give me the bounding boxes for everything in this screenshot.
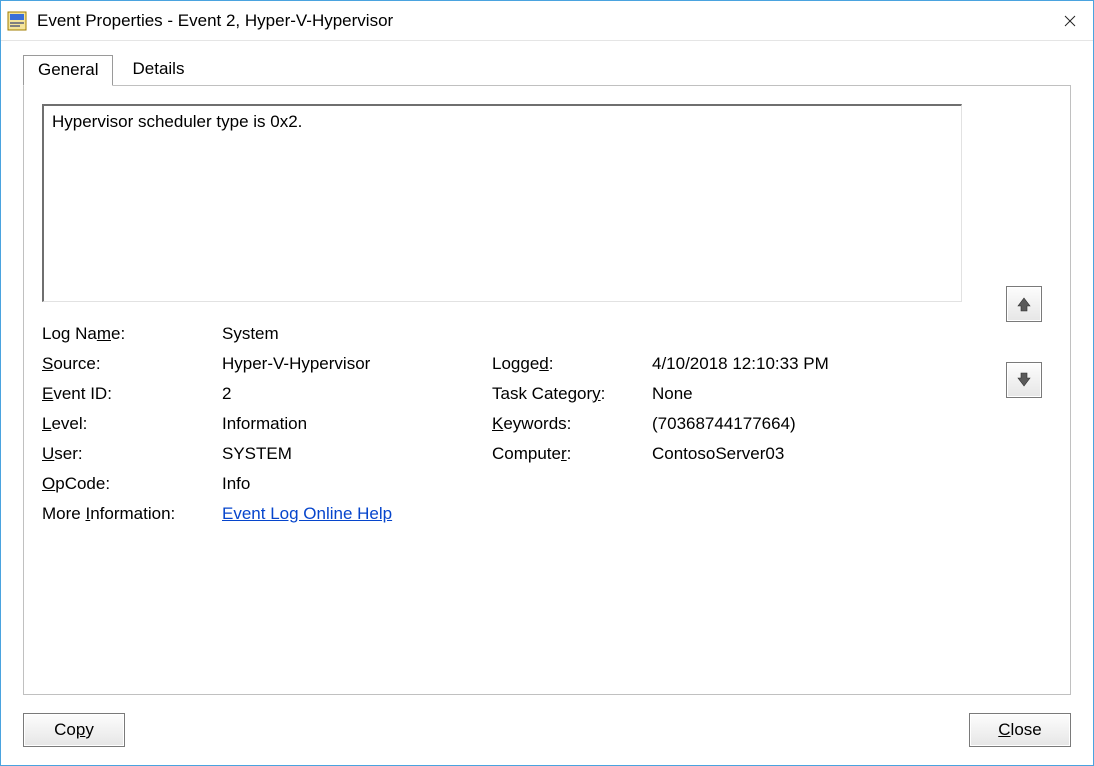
panel-left: Hypervisor scheduler type is 0x2. Log Na… <box>42 104 996 680</box>
panel-nav <box>996 104 1052 680</box>
label-opcode: OpCode: <box>42 474 222 494</box>
event-properties-window: Event Properties - Event 2, Hyper-V-Hype… <box>0 0 1094 766</box>
copy-button[interactable]: Copy <box>23 713 125 747</box>
label-logged: Logged: <box>492 354 652 374</box>
label-event-id: Event ID: <box>42 384 222 404</box>
content-area: General Details Hypervisor scheduler typ… <box>1 41 1093 765</box>
event-viewer-icon <box>7 11 27 31</box>
label-more-info: More Information: <box>42 504 222 524</box>
previous-event-button[interactable] <box>1006 286 1042 322</box>
label-source: Source: <box>42 354 222 374</box>
value-keywords: (70368744177664) <box>652 414 912 434</box>
button-row: Copy Close <box>23 713 1071 747</box>
value-logged: 4/10/2018 12:10:33 PM <box>652 354 912 374</box>
value-user: SYSTEM <box>222 444 492 464</box>
arrow-up-icon <box>1016 296 1032 312</box>
window-close-button[interactable] <box>1047 1 1093 41</box>
value-opcode: Info <box>222 474 492 494</box>
tab-strip: General Details <box>23 53 1071 85</box>
value-log-name: System <box>222 324 492 344</box>
next-event-button[interactable] <box>1006 362 1042 398</box>
tab-general[interactable]: General <box>23 55 113 86</box>
tab-details[interactable]: Details <box>117 54 199 85</box>
titlebar: Event Properties - Event 2, Hyper-V-Hype… <box>1 1 1093 41</box>
label-user: User: <box>42 444 222 464</box>
label-level: Level: <box>42 414 222 434</box>
label-task-category: Task Category: <box>492 384 652 404</box>
event-log-online-help-link[interactable]: Event Log Online Help <box>222 504 392 523</box>
value-event-id: 2 <box>222 384 492 404</box>
label-log-name: Log Name: <box>42 324 222 344</box>
label-keywords: Keywords: <box>492 414 652 434</box>
close-icon <box>1064 15 1076 27</box>
value-level: Information <box>222 414 492 434</box>
arrow-down-icon <box>1016 372 1032 388</box>
close-button[interactable]: Close <box>969 713 1071 747</box>
event-details-grid: Log Name: System Source: Hyper-V-Hypervi… <box>42 324 996 524</box>
tab-panel-general: Hypervisor scheduler type is 0x2. Log Na… <box>23 85 1071 695</box>
value-source: Hyper-V-Hypervisor <box>222 354 492 374</box>
value-computer: ContosoServer03 <box>652 444 912 464</box>
value-task-category: None <box>652 384 912 404</box>
event-description[interactable]: Hypervisor scheduler type is 0x2. <box>42 104 962 302</box>
window-title: Event Properties - Event 2, Hyper-V-Hype… <box>37 11 1047 31</box>
label-computer: Computer: <box>492 444 652 464</box>
